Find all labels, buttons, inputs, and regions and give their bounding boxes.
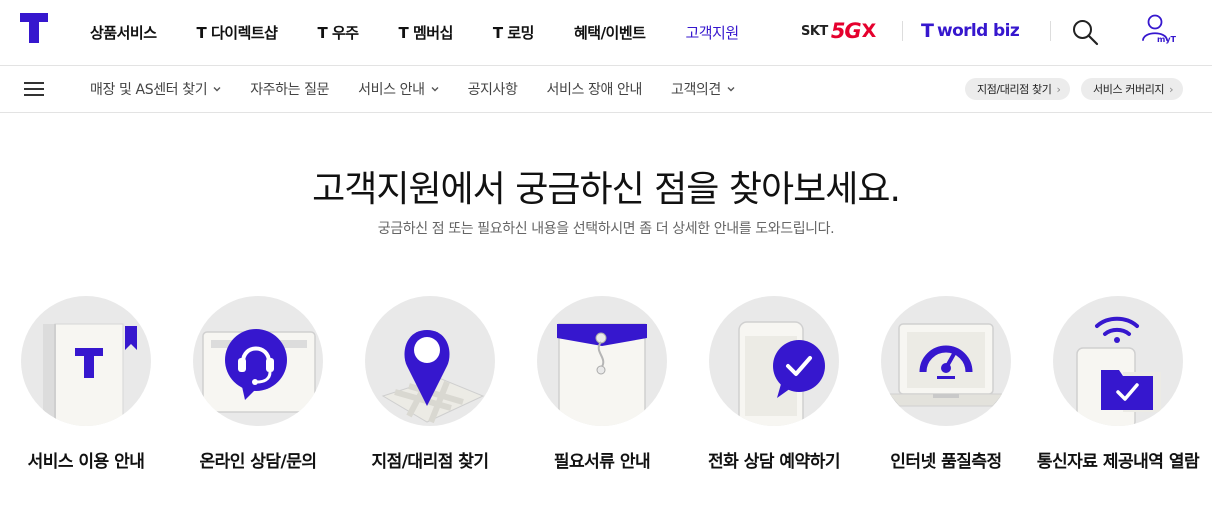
gnb-item-events[interactable]: 혜택/이벤트: [574, 22, 646, 43]
gnb-item-direct-shop[interactable]: T 다이렉트샵: [197, 22, 278, 43]
subnav-item-feedback[interactable]: 고객의견: [671, 79, 735, 99]
speedometer-icon: [881, 296, 1011, 426]
sub-navigation: 매장 및 AS센터 찾기 자주하는 질문 서비스 안내 공지사항 서비스 장애 …: [0, 66, 1212, 113]
subnav-item-notices[interactable]: 공지사항: [468, 79, 518, 99]
pill-label: 지점/대리점 찾기: [977, 83, 1052, 96]
document-envelope-icon: [537, 296, 667, 426]
location-pin-icon: [365, 296, 495, 426]
top-navigation: 상품서비스 T 다이렉트샵 T 우주 T 멤버십 T 로밍 혜택/이벤트 고객지…: [0, 0, 1212, 66]
gnb-item-products[interactable]: 상품서비스: [90, 22, 157, 43]
chevron-right-icon: ›: [1056, 82, 1061, 96]
chevron-down-icon: [727, 87, 735, 92]
x-logo-mark: X: [861, 20, 877, 42]
chevron-down-icon: [431, 87, 439, 92]
tworld-biz-text: world biz: [936, 21, 1020, 41]
tworld-t-mark: T: [921, 20, 934, 42]
divider: [1050, 21, 1051, 41]
pill-label: 서비스 커버리지: [1093, 83, 1165, 96]
skt-5gx-logo[interactable]: SKT 5G X: [801, 19, 876, 43]
book-icon: [21, 296, 151, 426]
skt-logo-text: SKT: [801, 23, 828, 39]
card-label: 온라인 상담/문의: [199, 452, 317, 472]
subnav-item-store-finder[interactable]: 매장 및 AS센터 찾기: [90, 79, 221, 99]
card-label: 지점/대리점 찾기: [371, 452, 489, 472]
card-required-documents[interactable]: 필요서류 안내: [516, 296, 688, 520]
card-label: 필요서류 안내: [553, 452, 651, 472]
tworld-logo-icon[interactable]: [20, 13, 48, 43]
tworld-biz-logo[interactable]: T world biz: [921, 20, 1020, 42]
card-phone-reservation[interactable]: 전화 상담 예약하기: [688, 296, 860, 520]
divider: [902, 21, 903, 41]
headset-chat-icon: [193, 296, 323, 426]
5g-logo-text: 5G: [830, 19, 862, 43]
hamburger-menu-icon[interactable]: [24, 82, 46, 98]
myt-label[interactable]: myT: [1157, 35, 1176, 44]
card-service-guide[interactable]: 서비스 이용 안내: [0, 296, 172, 520]
subnav-item-service-guide[interactable]: 서비스 안내: [358, 79, 439, 99]
gnb-item-universe[interactable]: T 우주: [317, 22, 359, 43]
card-label: 서비스 이용 안내: [27, 452, 145, 472]
subnav-item-label: 서비스 안내: [358, 82, 425, 98]
page-title: 고객지원에서 궁금하신 점을 찾아보세요.: [312, 169, 901, 210]
card-label: 통신자료 제공내역 열람: [1036, 452, 1200, 472]
subnav-item-label: 서비스 장애 안내: [546, 82, 643, 98]
coverage-shortcut-button[interactable]: 서비스 커버리지 ›: [1081, 78, 1184, 100]
gnb-item-membership[interactable]: T 멤버십: [399, 22, 454, 43]
card-label: 전화 상담 예약하기: [708, 452, 840, 472]
card-online-consultation[interactable]: 온라인 상담/문의: [172, 296, 344, 520]
page-subtitle: 궁금하신 점 또는 필요하신 내용을 선택하시면 좀 더 상세한 안내를 도와드…: [377, 221, 835, 237]
card-store-finder[interactable]: 지점/대리점 찾기: [344, 296, 516, 520]
gnb-item-customer-support[interactable]: 고객지원: [685, 22, 739, 43]
card-label: 인터넷 품질측정: [890, 452, 1002, 472]
subnav-item-label: 고객의견: [670, 82, 721, 98]
subnav-item-label: 자주하는 질문: [250, 82, 330, 98]
chevron-right-icon: ›: [1169, 82, 1174, 96]
wifi-folder-check-icon: [1053, 296, 1183, 426]
sub-nav-list: 매장 및 AS센터 찾기 자주하는 질문 서비스 안내 공지사항 서비스 장애 …: [90, 66, 764, 112]
card-data-disclosure[interactable]: 통신자료 제공내역 열람: [1032, 296, 1204, 520]
phone-chat-check-icon: [709, 296, 839, 426]
search-icon[interactable]: [1070, 17, 1100, 47]
subnav-item-outage-notice[interactable]: 서비스 장애 안내: [546, 79, 643, 99]
subnav-item-label: 공지사항: [467, 82, 518, 98]
card-internet-speed-test[interactable]: 인터넷 품질측정: [860, 296, 1032, 520]
store-finder-shortcut-button[interactable]: 지점/대리점 찾기 ›: [965, 78, 1071, 100]
global-nav: 상품서비스 T 다이렉트샵 T 우주 T 멤버십 T 로밍 혜택/이벤트 고객지…: [90, 0, 779, 64]
subnav-item-faq[interactable]: 자주하는 질문: [250, 79, 329, 99]
subnav-item-label: 매장 및 AS센터 찾기: [90, 82, 208, 98]
chevron-down-icon: [213, 87, 221, 92]
user-icon[interactable]: [1138, 14, 1178, 50]
gnb-item-roaming[interactable]: T 로밍: [493, 22, 535, 43]
